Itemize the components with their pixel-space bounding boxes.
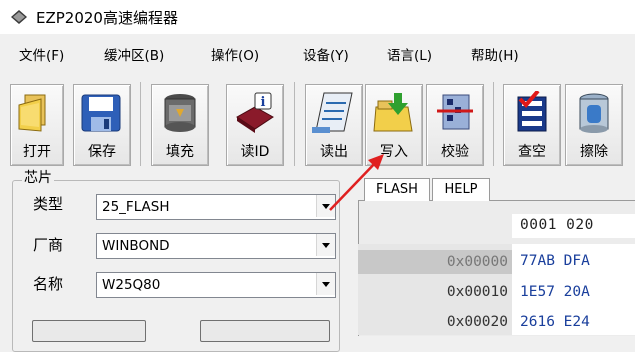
annotation-arrow-icon	[329, 154, 384, 211]
tab-help[interactable]: HELP	[432, 178, 490, 201]
tab-flash[interactable]: FLASH	[364, 178, 430, 201]
